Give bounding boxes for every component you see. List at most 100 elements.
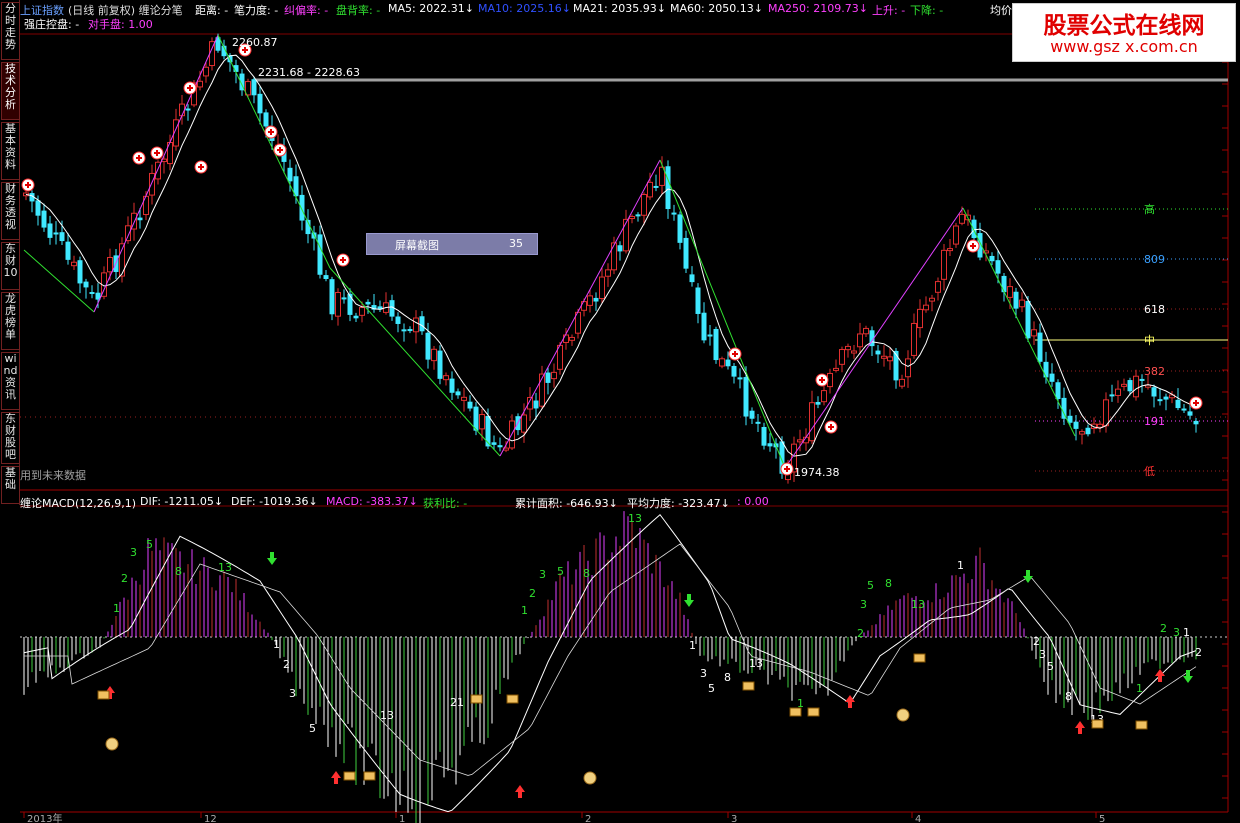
signal-box-icon <box>506 694 519 704</box>
macd-count-22: 13 <box>749 657 763 670</box>
signal-box-icon <box>470 694 483 704</box>
candle-body <box>875 350 881 355</box>
candle-body <box>203 66 209 77</box>
candle-body <box>1049 373 1055 382</box>
candle-body <box>137 217 143 221</box>
chart-canvas[interactable]: 高809618中382191低2260.872231.68 - 2228.631… <box>0 0 1240 823</box>
candle-body <box>485 415 491 447</box>
candle-body <box>467 401 473 409</box>
macd-stat-4: 获利比: - <box>423 497 468 510</box>
candle-body <box>611 242 617 271</box>
header2-stat-1: 对手盘: 1.00 <box>88 18 153 31</box>
header-stat-2: 距离: - <box>195 4 229 17</box>
candle-body <box>545 372 551 383</box>
macd-stat-1: DIF: -1211.05↓ <box>140 495 224 508</box>
header2-stat-0: 强庄控盘: - <box>24 18 80 31</box>
candle-body <box>569 336 575 341</box>
candle-body <box>755 421 761 424</box>
candle-body <box>905 358 911 378</box>
header-stat-12: 下降: - <box>910 4 944 17</box>
candle-body <box>731 365 737 377</box>
macd-count-36: 2 <box>1160 622 1167 635</box>
candle-body <box>257 93 263 114</box>
candle-body <box>815 401 821 405</box>
candle-body <box>1019 299 1025 308</box>
macd-count-39: 2 <box>1195 646 1202 659</box>
candle-body <box>65 241 71 260</box>
candle-body <box>719 358 725 367</box>
macd-stat-3: MACD: -383.37↓ <box>326 495 418 508</box>
candle-body <box>1097 423 1103 428</box>
macd-count-5: 13 <box>218 561 232 574</box>
candle-body <box>53 232 59 235</box>
candle-body <box>185 108 191 111</box>
candle-body <box>287 167 293 182</box>
candle-body <box>971 219 977 239</box>
fib-label-0: 高 <box>1144 202 1155 216</box>
zigzag-segment <box>962 207 1076 437</box>
fib-label-2: 618 <box>1144 303 1165 316</box>
candle-body <box>593 297 599 302</box>
candle-body <box>809 402 815 442</box>
candle-body <box>551 371 557 380</box>
up-arrow-stem <box>848 702 852 708</box>
candle-body <box>521 414 527 433</box>
screenshot-tooltip-label: 屏幕截图 <box>395 239 439 252</box>
date-label-3: 2 <box>585 814 591 823</box>
watermark-title: 股票公式在线网 <box>1043 13 1205 39</box>
macd-count-15: 5 <box>557 565 564 578</box>
candle-body <box>1055 382 1061 400</box>
macd-count-16: 8 <box>583 567 590 580</box>
candle-body <box>1181 408 1187 411</box>
up-arrow-stem <box>1158 676 1162 682</box>
fib-label-4: 382 <box>1144 365 1165 378</box>
macd-count-25: 3 <box>860 598 867 611</box>
candle-body <box>1163 396 1169 400</box>
macd-stat-7: : 0.00 <box>737 495 769 508</box>
candle-body <box>1103 399 1109 427</box>
candle-body <box>419 316 425 332</box>
date-label-6: 5 <box>1099 814 1105 823</box>
signal-box-icon <box>343 771 356 781</box>
candle-body <box>89 292 95 295</box>
candle-body <box>431 348 437 362</box>
candle-body <box>1133 375 1139 398</box>
candle-body <box>617 245 623 252</box>
macd-count-1: 2 <box>121 572 128 585</box>
macd-count-2: 3 <box>130 546 137 559</box>
macd-count-4: 8 <box>175 565 182 578</box>
screenshot-tooltip-count: 35 <box>509 237 523 250</box>
candle-body <box>59 232 65 242</box>
fib-label-6: 低 <box>1144 465 1155 478</box>
date-label-1: 12 <box>204 814 217 823</box>
money-bag-icon <box>105 737 119 751</box>
candle-body <box>47 223 53 238</box>
candle-body <box>671 212 677 215</box>
signal-box-icon <box>789 707 802 717</box>
up-arrow-icon <box>515 785 525 792</box>
macd-count-32: 5 <box>1047 660 1054 673</box>
macd-count-35: 1 <box>1136 682 1143 695</box>
candle-body <box>1127 380 1133 392</box>
candle-body <box>251 79 257 96</box>
candle-body <box>1013 291 1019 309</box>
macd-count-19: 3 <box>700 667 707 680</box>
signal-box-icon <box>1135 720 1148 730</box>
macd-stat-6: 平均力度: -323.47↓ <box>627 497 730 510</box>
candle-body <box>329 279 335 315</box>
candle-body <box>677 214 683 243</box>
candle-body <box>263 112 269 127</box>
candle-body <box>713 328 719 361</box>
date-label-5: 4 <box>915 814 921 823</box>
candle-body <box>683 237 689 269</box>
candle-body <box>341 297 347 300</box>
macd-count-37: 3 <box>1173 626 1180 639</box>
header-stat-6: MA5: 2022.31↓ <box>388 2 474 15</box>
macd-count-17: 13 <box>628 512 642 525</box>
screenshot-tooltip[interactable]: 屏幕截图 35 <box>366 233 538 255</box>
up-arrow-icon <box>331 771 341 778</box>
candle-body <box>359 307 365 316</box>
candle-body <box>767 443 773 447</box>
macd-count-28: 13 <box>911 598 925 611</box>
macd-count-18: 1 <box>689 639 696 652</box>
